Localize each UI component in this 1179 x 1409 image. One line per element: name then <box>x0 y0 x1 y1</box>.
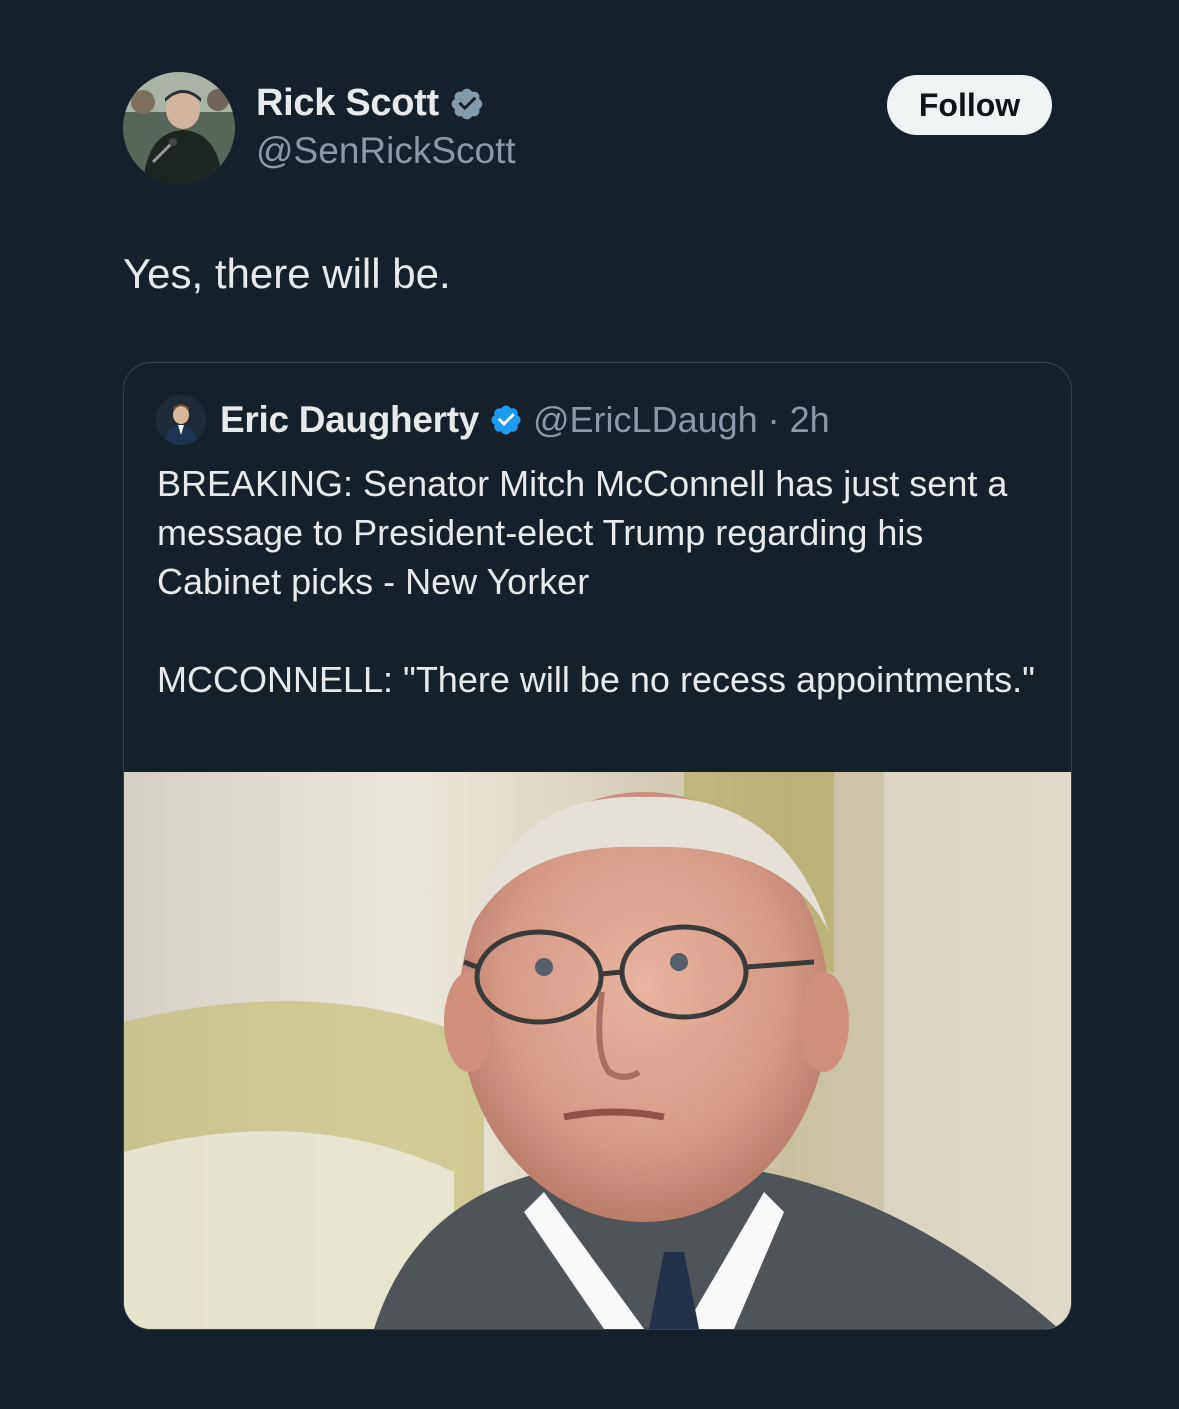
quoted-avatar-photo <box>156 395 206 445</box>
quoted-tweet-time[interactable]: 2h <box>790 399 830 441</box>
author-name-row: Rick Scott <box>256 82 485 125</box>
follow-button[interactable]: Follow <box>887 75 1052 135</box>
tweet-card: Rick Scott @SenRickScott Follow Yes, the… <box>0 0 1179 1409</box>
tweet-text: Yes, there will be. <box>123 250 451 297</box>
quoted-paragraph-2: MCCONNELL: "There will be no recess appo… <box>157 659 1035 700</box>
gray-verified-badge-icon <box>451 88 483 119</box>
quoted-author-name[interactable]: Eric Daugherty <box>220 399 479 441</box>
blue-verified-badge-icon <box>491 405 521 435</box>
author-avatar[interactable] <box>123 72 235 184</box>
quoted-tweet[interactable]: Eric Daugherty @EricLDaugh · 2h BREAKING… <box>123 362 1072 1330</box>
quoted-paragraph-1: BREAKING: Senator Mitch McConnell has ju… <box>157 463 1008 602</box>
quoted-tweet-header: Eric Daugherty @EricLDaugh · 2h <box>156 395 830 445</box>
quoted-author-avatar[interactable] <box>156 395 206 445</box>
quoted-tweet-text: BREAKING: Senator Mitch McConnell has ju… <box>157 459 1037 704</box>
quoted-author-handle[interactable]: @EricLDaugh <box>533 399 758 441</box>
author-name[interactable]: Rick Scott <box>256 82 439 125</box>
photo-of-older-man-with-glasses <box>124 772 1071 1329</box>
quoted-tweet-image[interactable] <box>124 772 1071 1329</box>
avatar-photo <box>123 72 235 184</box>
author-handle[interactable]: @SenRickScott <box>256 130 516 172</box>
separator-dot: · <box>767 399 780 440</box>
